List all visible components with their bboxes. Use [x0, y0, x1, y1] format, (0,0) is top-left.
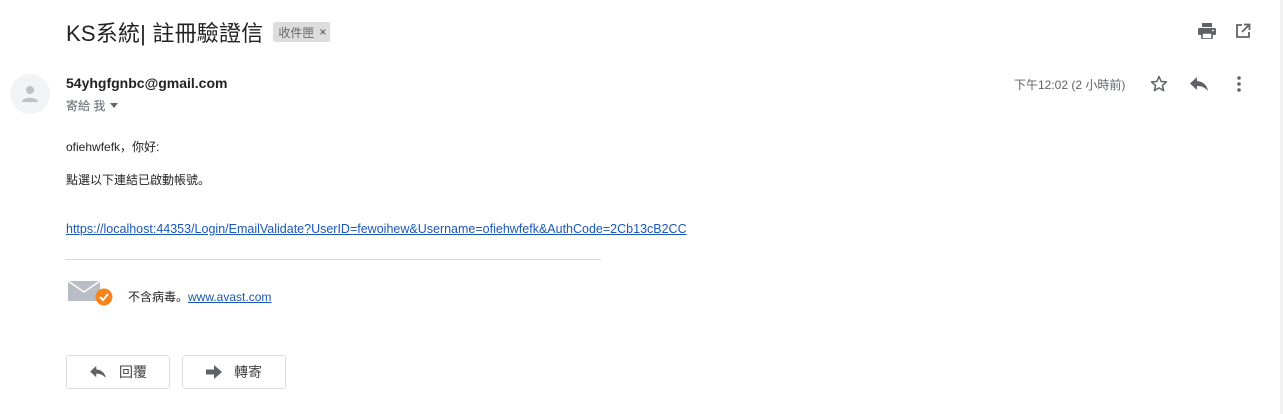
- forward-button[interactable]: 轉寄: [182, 355, 286, 389]
- remove-label-icon[interactable]: ×: [319, 25, 326, 39]
- reply-icon[interactable]: [1188, 73, 1210, 95]
- reply-button-label: 回覆: [119, 364, 147, 380]
- message-actions: [1148, 73, 1250, 95]
- virus-free-text: 不含病毒。: [128, 290, 189, 304]
- signature-divider: [66, 259, 601, 260]
- sender-email[interactable]: 54yhgfgnbc@gmail.com: [66, 75, 227, 91]
- avast-mail-icon: [67, 280, 114, 308]
- print-icon[interactable]: [1197, 21, 1217, 41]
- star-icon[interactable]: [1148, 73, 1170, 95]
- avast-signature: 不含病毒。www.avast.com: [128, 288, 271, 305]
- reply-button[interactable]: 回覆: [66, 355, 170, 389]
- more-vertical-icon[interactable]: [1228, 73, 1250, 95]
- email-subject: KS系統| 註冊驗證信: [66, 21, 264, 46]
- subject-row: KS系統| 註冊驗證信 收件匣 ×: [66, 17, 331, 47]
- recipient-text: 寄給 我: [66, 99, 106, 113]
- sender-avatar[interactable]: [10, 74, 50, 114]
- reply-icon: [90, 365, 106, 379]
- avast-link[interactable]: www.avast.com: [188, 290, 271, 304]
- forward-icon: [206, 365, 222, 379]
- greeting-text: ofiehwfefk，你好:: [66, 140, 160, 154]
- forward-button-label: 轉寄: [234, 364, 262, 380]
- inbox-label-chip[interactable]: 收件匣 ×: [273, 22, 331, 42]
- recipient-line[interactable]: 寄給 我: [66, 97, 119, 114]
- chevron-down-icon[interactable]: [110, 103, 119, 108]
- open-in-new-window-icon[interactable]: [1233, 21, 1253, 41]
- thread-actions: [1197, 21, 1253, 41]
- email-date: 下午12:02 (2 小時前): [1014, 78, 1126, 92]
- person-icon: [22, 86, 38, 102]
- instruction-text: 點選以下連結已啟動帳號。: [66, 173, 211, 187]
- validation-link[interactable]: https://localhost:44353/Login/EmailValid…: [66, 222, 687, 236]
- inbox-label-text: 收件匣: [278, 25, 315, 40]
